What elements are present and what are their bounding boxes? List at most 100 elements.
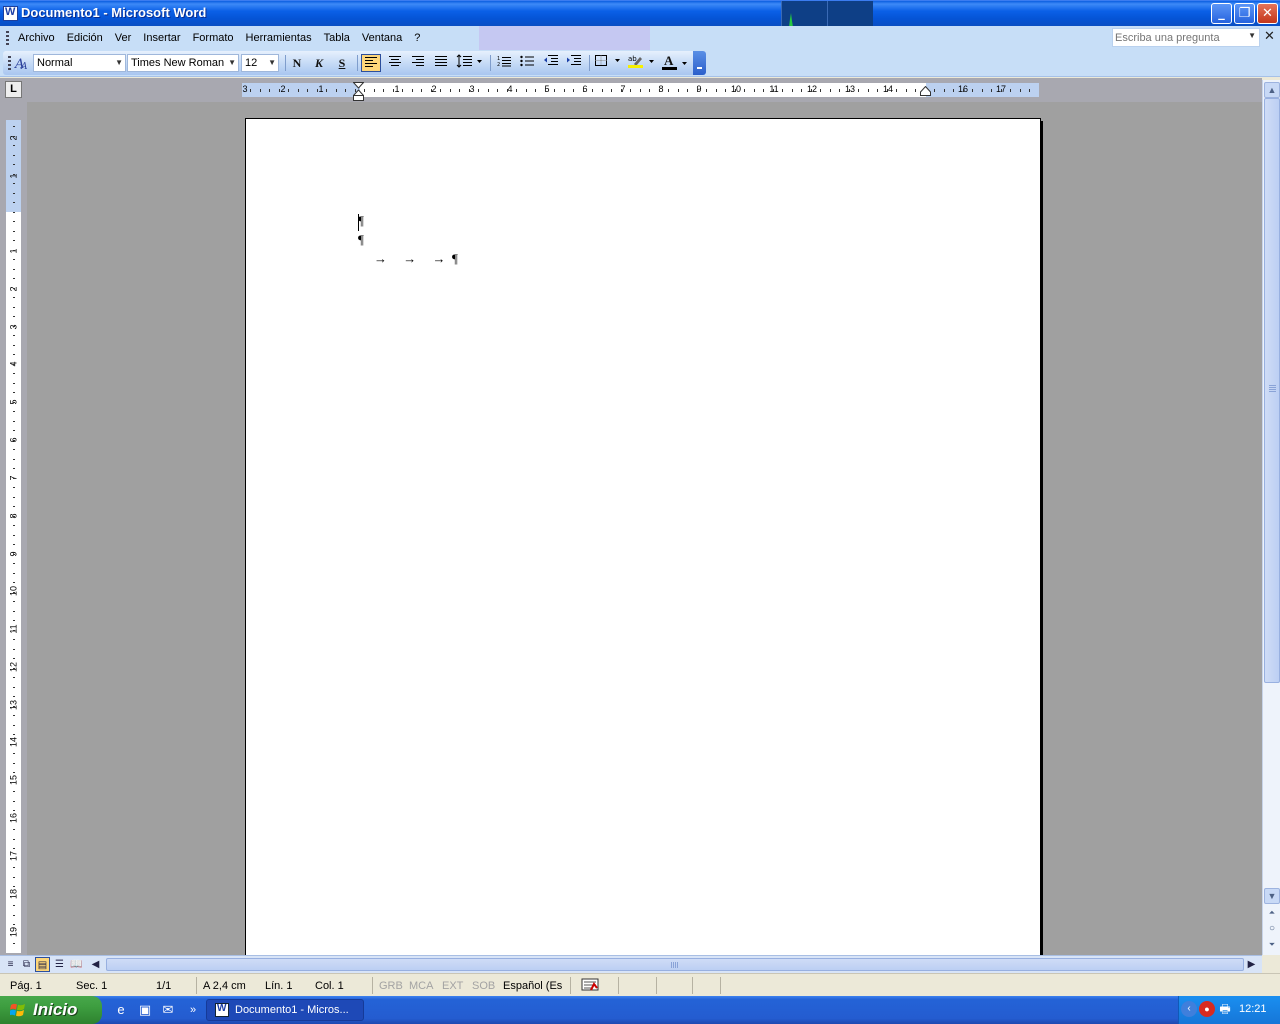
chevron-down-icon: ▼: [228, 58, 236, 67]
tab-selector[interactable]: L: [5, 81, 22, 98]
highlight-button[interactable]: ab: [627, 54, 657, 72]
font-color-button[interactable]: A: [661, 53, 691, 72]
menu-ver[interactable]: Ver: [109, 26, 138, 50]
normal-view-icon[interactable]: ≡: [3, 957, 18, 972]
font-size-select[interactable]: 12 ▼: [241, 54, 279, 72]
scroll-up-button[interactable]: ▲: [1264, 82, 1280, 98]
scroll-left-icon[interactable]: ◀: [88, 957, 103, 972]
align-left-button[interactable]: [361, 54, 381, 72]
paragraph-mark[interactable]: ¶: [358, 232, 364, 248]
status-separator: [196, 977, 197, 994]
borders-button[interactable]: [593, 54, 623, 72]
status-column[interactable]: Col. 1: [315, 980, 344, 992]
vertical-scroll-thumb[interactable]: [1264, 98, 1280, 683]
ruler-number: 17: [8, 851, 19, 862]
tab-line[interactable]: → → → ¶: [374, 251, 458, 267]
menu-edicion[interactable]: Edición: [61, 26, 109, 50]
bullets-button[interactable]: [517, 54, 537, 72]
status-overtype-mode[interactable]: SOB: [472, 980, 495, 992]
decrease-indent-button[interactable]: [541, 54, 561, 72]
antivirus-tray-icon[interactable]: ●: [1199, 1001, 1215, 1017]
next-page-icon[interactable]: ⏷: [1264, 938, 1280, 954]
status-separator: [372, 977, 373, 994]
menu-archivo[interactable]: Archivo: [12, 26, 61, 50]
numbering-button[interactable]: 12: [494, 54, 514, 72]
close-button[interactable]: ✕: [1257, 3, 1278, 24]
web-layout-icon[interactable]: ⧉: [19, 957, 34, 972]
restore-button[interactable]: ❐: [1234, 3, 1255, 24]
show-hidden-icons-button[interactable]: ‹: [1181, 1001, 1197, 1017]
menu-ventana[interactable]: Ventana: [356, 26, 408, 50]
status-extend-mode[interactable]: EXT: [442, 980, 463, 992]
increase-indent-button[interactable]: [564, 54, 584, 72]
title-bar[interactable]: Documento1 - Microsoft Word _ ❐ ✕: [0, 0, 1280, 27]
select-browse-object-icon[interactable]: ○: [1264, 922, 1280, 938]
menu-formato[interactable]: Formato: [187, 26, 240, 50]
horizontal-scroll-thumb[interactable]: [106, 958, 1244, 971]
ruler-tick: [13, 896, 15, 897]
ruler-tick: [13, 829, 15, 830]
clock[interactable]: 12:21: [1239, 1003, 1267, 1015]
menu-grip-handle[interactable]: [6, 31, 9, 45]
taskbar-button-word[interactable]: Documento1 - Micros...: [206, 999, 364, 1021]
status-page[interactable]: Pág. 1: [10, 980, 42, 992]
align-right-button[interactable]: [408, 54, 428, 72]
underline-button[interactable]: S: [332, 54, 352, 72]
previous-page-icon[interactable]: ⏶: [1264, 906, 1280, 922]
spelling-status-icon[interactable]: [581, 978, 599, 995]
ask-question-input[interactable]: [1115, 31, 1243, 45]
status-record-mode[interactable]: GRB: [379, 980, 403, 992]
font-select[interactable]: Times New Roman ▼: [127, 54, 239, 72]
print-layout-icon[interactable]: ▤: [35, 957, 50, 972]
outline-view-icon[interactable]: ☰: [52, 957, 67, 972]
justify-button[interactable]: [431, 54, 451, 72]
word-app-icon[interactable]: [3, 6, 18, 21]
first-line-indent-marker[interactable]: [353, 82, 364, 102]
outlook-express-icon[interactable]: ✉: [159, 1001, 177, 1019]
status-section[interactable]: Sec. 1: [76, 980, 107, 992]
bold-button[interactable]: N: [287, 54, 307, 72]
ask-question-box[interactable]: ▼: [1112, 28, 1260, 47]
internet-explorer-icon[interactable]: e: [112, 1001, 130, 1019]
ruler-tick: [564, 89, 565, 92]
line-spacing-button[interactable]: [455, 54, 485, 72]
ruler-tick: [13, 155, 15, 156]
ruler-tick: [13, 668, 15, 669]
toolbar-grip-handle[interactable]: [8, 56, 11, 70]
status-line[interactable]: Lín. 1: [265, 980, 293, 992]
scroll-down-button[interactable]: ▼: [1264, 888, 1280, 904]
menu-tabla[interactable]: Tabla: [318, 26, 356, 50]
close-document-button[interactable]: ✕: [1264, 29, 1275, 44]
menu-insertar[interactable]: Insertar: [137, 26, 186, 50]
minimize-button[interactable]: _: [1211, 3, 1232, 24]
ruler-tick: [13, 145, 15, 146]
toolbar-options-button[interactable]: [693, 51, 706, 75]
ask-question-dropdown-icon[interactable]: ▼: [1248, 31, 1256, 40]
italic-button[interactable]: K: [309, 54, 329, 72]
status-page-count[interactable]: 1/1: [156, 980, 171, 992]
status-language[interactable]: Español (Es: [503, 980, 562, 992]
scroll-right-icon[interactable]: ▶: [1244, 957, 1259, 972]
status-at[interactable]: A 2,4 cm: [203, 980, 246, 992]
align-center-button[interactable]: [385, 54, 405, 72]
document-page[interactable]: [245, 118, 1043, 955]
menu-help[interactable]: ?: [408, 26, 426, 50]
right-indent-marker[interactable]: [920, 86, 931, 96]
ruler-tick: [478, 89, 479, 92]
document-area[interactable]: [27, 102, 1262, 955]
menu-herramientas[interactable]: Herramientas: [240, 26, 318, 50]
reading-layout-icon[interactable]: 📖: [69, 957, 84, 972]
printer-tray-icon[interactable]: 🖶: [1217, 1001, 1233, 1017]
start-button[interactable]: Inicio: [0, 996, 102, 1024]
ruler-tick: [13, 392, 15, 393]
cpu-meter-widget: [781, 1, 873, 27]
status-track-changes[interactable]: MCA: [409, 980, 433, 992]
vertical-scrollbar[interactable]: ▲ ▼ ⏶ ○ ⏷: [1262, 80, 1280, 955]
quick-launch-overflow[interactable]: »: [184, 1001, 202, 1019]
media-player-icon[interactable]: ▣: [136, 1001, 154, 1019]
ruler-tick: [602, 89, 603, 92]
style-select[interactable]: Normal ▼: [33, 54, 126, 72]
styles-pane-icon[interactable]: AA: [12, 54, 32, 72]
ruler-tick: [763, 89, 764, 92]
ruler-tick: [13, 297, 15, 298]
